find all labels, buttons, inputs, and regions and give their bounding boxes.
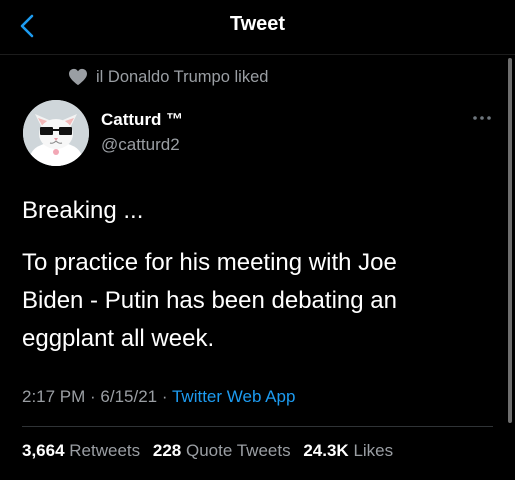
display-name[interactable]: Catturd ™: [101, 110, 183, 130]
avatar[interactable]: [23, 100, 89, 166]
tweet-source-link[interactable]: Twitter Web App: [172, 387, 295, 406]
quote-tweets-label: Quote Tweets: [186, 441, 291, 460]
tweet-text-line: Biden - Putin has been debating an: [22, 287, 397, 314]
cat-with-glasses-avatar: [23, 100, 89, 166]
top-bar: Tweet: [0, 0, 515, 55]
heart-icon: [69, 68, 87, 86]
meta-separator: ·: [157, 387, 172, 406]
tweet-stats: 3,664 Retweets 228 Quote Tweets 24.3K Li…: [22, 441, 401, 461]
tweet-text-line: eggplant all week.: [22, 325, 215, 352]
retweets-count: 3,664: [22, 441, 65, 460]
retweets-label: Retweets: [69, 441, 141, 460]
scrollbar[interactable]: [508, 58, 512, 423]
user-handle[interactable]: @catturd2: [101, 135, 180, 155]
social-context[interactable]: il Donaldo Trumpo liked: [68, 66, 268, 88]
retweets-stat[interactable]: 3,664 Retweets: [22, 441, 140, 460]
page-title: Tweet: [229, 13, 286, 35]
tweet-meta: 2:17 PM · 6/15/21 · Twitter Web App: [22, 387, 295, 407]
likes-stat[interactable]: 24.3K Likes: [303, 441, 393, 460]
more-options-button[interactable]: [470, 110, 494, 126]
divider: [22, 426, 493, 427]
tweet-time: 2:17 PM: [22, 387, 86, 406]
tweet-date: 6/15/21: [100, 387, 158, 406]
more-options-icon: [473, 116, 491, 120]
tweet-text-line: To practice for his meeting with Joe: [22, 249, 397, 276]
social-context-text: il Donaldo Trumpo liked: [96, 67, 269, 86]
quote-tweets-count: 228: [152, 441, 182, 460]
likes-count: 24.3K: [303, 441, 349, 460]
quote-tweets-stat[interactable]: 228 Quote Tweets: [153, 441, 291, 460]
likes-label: Likes: [353, 441, 394, 460]
meta-separator: ·: [85, 387, 101, 406]
tweet-text-line: Breaking ...: [22, 197, 144, 224]
